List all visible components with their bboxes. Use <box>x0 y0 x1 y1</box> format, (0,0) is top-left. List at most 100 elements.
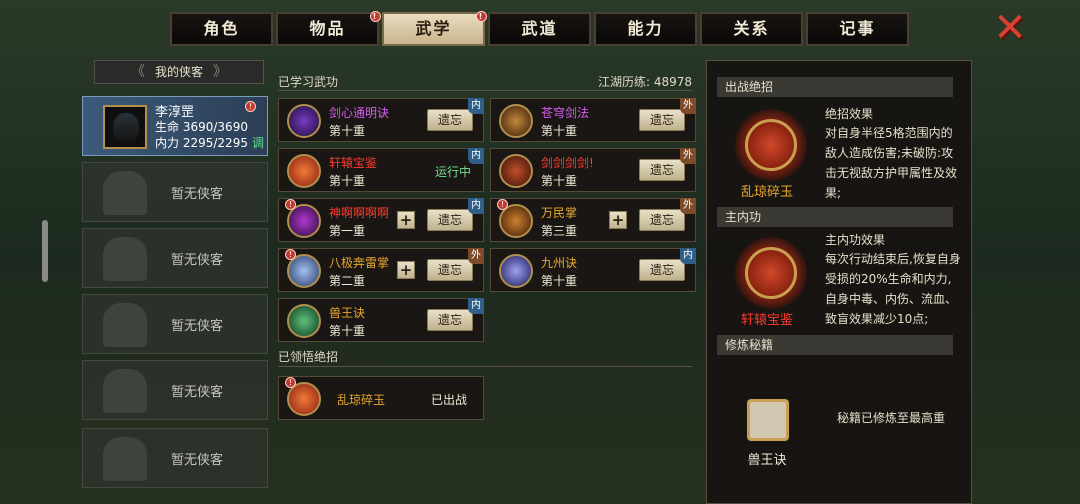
alert-badge-icon: ! <box>285 199 296 210</box>
tab-ability[interactable]: 能力 <box>594 12 697 46</box>
tab-journal[interactable]: 记事 <box>806 12 909 46</box>
skill-emblem-icon <box>287 304 321 338</box>
empty-label: 暂无侠客 <box>171 319 224 334</box>
skill-emblem-icon <box>499 154 533 188</box>
hp-value: 3690/3690 <box>182 120 248 134</box>
skill-card[interactable]: 剑剑剑剑! 第十重 遗忘外 <box>490 148 696 192</box>
skill-card[interactable]: 兽王诀 第十重 遗忘内 <box>278 298 484 342</box>
arrow-left-icon: 《 <box>131 64 145 80</box>
skill-name: 万民掌 <box>541 206 578 220</box>
mp-value: 2295/2295 <box>182 136 248 150</box>
silhouette-icon <box>103 369 147 413</box>
skill-level: 第十重 <box>329 324 366 338</box>
skill-name: 九州诀 <box>541 256 578 270</box>
learned-title: 已学习武功 <box>278 75 339 89</box>
skill-type-tag: 内 <box>468 198 484 214</box>
tab-label: 关系 <box>733 19 770 38</box>
skill-emblem-icon <box>287 154 321 188</box>
comprehended-title: 已领悟绝招 <box>278 350 339 364</box>
skill-level: 第十重 <box>541 274 578 288</box>
skill-card[interactable]: 苍穹剑法第十重 遗忘外 <box>490 98 696 142</box>
tab-martial-arts[interactable]: 武学! <box>382 11 487 46</box>
skill-level: 第十重 <box>329 124 366 138</box>
close-icon[interactable]: ✕ <box>990 8 1030 48</box>
hero-slot-empty[interactable]: 暂无侠客 <box>82 360 268 420</box>
alert-badge-icon: ! <box>245 101 256 112</box>
skill-level: 第二重 <box>329 274 366 288</box>
forget-button[interactable]: 遗忘 <box>639 209 685 231</box>
upgrade-plus-button[interactable]: + <box>397 261 415 279</box>
skill-card[interactable]: 轩辕宝鉴 第十重 运行中内 <box>278 148 484 192</box>
forget-button[interactable]: 遗忘 <box>427 209 473 231</box>
skill-card[interactable]: 八极奔雷掌 第二重 遗忘 + 外! <box>278 248 484 292</box>
ultimate-status: 已出战 <box>430 393 467 407</box>
skill-status: 运行中 <box>434 165 471 179</box>
hero-slot-selected[interactable]: 李淳罡 ! 生命 3690/3690 内力 2295/2295 调 <box>82 96 268 156</box>
tab-items[interactable]: 物品! <box>276 11 381 46</box>
skill-emblem-icon <box>287 104 321 138</box>
hero-slot-empty[interactable]: 暂无侠客 <box>82 162 268 222</box>
silhouette-icon <box>103 303 147 347</box>
silhouette-icon <box>103 237 147 281</box>
forget-button[interactable]: 遗忘 <box>427 109 473 131</box>
hero-list-title: 我的侠客 <box>154 65 203 79</box>
hooded-face-icon <box>113 113 139 143</box>
tab-character[interactable]: 角色 <box>170 12 273 46</box>
game-screen: 角色 物品! 武学! 武道 能力 关系 记事 ✕ 《 我的侠客 》 李淳罡 ! … <box>0 0 1080 504</box>
forget-button[interactable]: 遗忘 <box>427 259 473 281</box>
tune-button[interactable]: 调 <box>252 136 264 150</box>
forget-button[interactable]: 遗忘 <box>639 259 685 281</box>
tab-label: 物品 <box>309 19 346 38</box>
avatar <box>103 105 147 149</box>
upgrade-plus-button[interactable]: + <box>609 211 627 229</box>
tab-relations[interactable]: 关系 <box>700 12 803 46</box>
alert-badge-icon: ! <box>285 249 296 260</box>
hero-list-scrollbar[interactable] <box>42 220 48 282</box>
tab-label: 能力 <box>627 19 664 38</box>
skill-type-tag: 外 <box>680 148 696 164</box>
ultimate-medal-icon <box>735 109 807 181</box>
tab-label: 武学 <box>415 19 452 38</box>
hero-slot-empty[interactable]: 暂无侠客 <box>82 294 268 354</box>
forget-button[interactable]: 遗忘 <box>639 159 685 181</box>
arrow-right-icon: 》 <box>213 64 227 80</box>
skill-card[interactable]: 神啊啊啊啊 第一重 遗忘 + 内! <box>278 198 484 242</box>
empty-label: 暂无侠客 <box>171 253 224 268</box>
skill-card[interactable]: 九州诀 第十重 遗忘内 <box>490 248 696 292</box>
divider <box>278 366 692 367</box>
alert-badge-icon: ! <box>497 199 508 210</box>
ultimate-card[interactable]: ! 乱琼碎玉 已出战 <box>278 376 484 420</box>
exp-readout: 江湖历练: 48978 <box>598 73 692 90</box>
inner-effect-title: 主内功效果 <box>825 233 886 247</box>
divider <box>278 90 692 91</box>
silhouette-icon <box>103 171 147 215</box>
empty-label: 暂无侠客 <box>171 453 224 468</box>
skill-level: 第十重 <box>541 174 578 188</box>
hero-hp: 生命 3690/3690 <box>155 118 248 135</box>
tab-wudao[interactable]: 武道 <box>488 12 591 46</box>
manual-note: 秘籍已修炼至最高重 <box>837 411 946 425</box>
manual-title: 修炼秘籍 <box>717 335 953 355</box>
inner-title: 主内功 <box>717 207 953 227</box>
skill-name: 苍穹剑法 <box>541 106 590 120</box>
skill-type-tag: 外 <box>680 98 696 114</box>
exp-label: 江湖历练: <box>597 75 650 89</box>
skill-level: 第十重 <box>541 124 578 138</box>
skill-emblem-icon <box>499 254 533 288</box>
skill-type-tag: 内 <box>468 98 484 114</box>
skill-card[interactable]: 万民掌 第三重 遗忘 + 外! <box>490 198 696 242</box>
upgrade-plus-button[interactable]: + <box>397 211 415 229</box>
ultimate-name: 乱琼碎玉 <box>337 393 386 407</box>
hero-list-panel: 《 我的侠客 》 李淳罡 ! 生命 3690/3690 内力 2295/2295… <box>80 60 270 504</box>
forget-button[interactable]: 遗忘 <box>427 309 473 331</box>
hero-slot-empty[interactable]: 暂无侠客 <box>82 228 268 288</box>
forget-button[interactable]: 遗忘 <box>639 109 685 131</box>
skill-type-tag: 外 <box>468 248 484 264</box>
hero-mp: 内力 2295/2295 调 <box>155 134 264 151</box>
battle-effect-text: 对自身半径5格范围内的敌人造成伤害;未破防:攻击无视敌方护甲属性及效果; <box>825 126 958 200</box>
manual-book-icon[interactable] <box>747 399 789 441</box>
hero-slot-empty[interactable]: 暂无侠客 <box>82 428 268 488</box>
skill-card[interactable]: 剑心通明诀 第十重 遗忘内 <box>278 98 484 142</box>
inner-medal-icon <box>735 237 807 309</box>
skill-type-tag: 外 <box>680 198 696 214</box>
